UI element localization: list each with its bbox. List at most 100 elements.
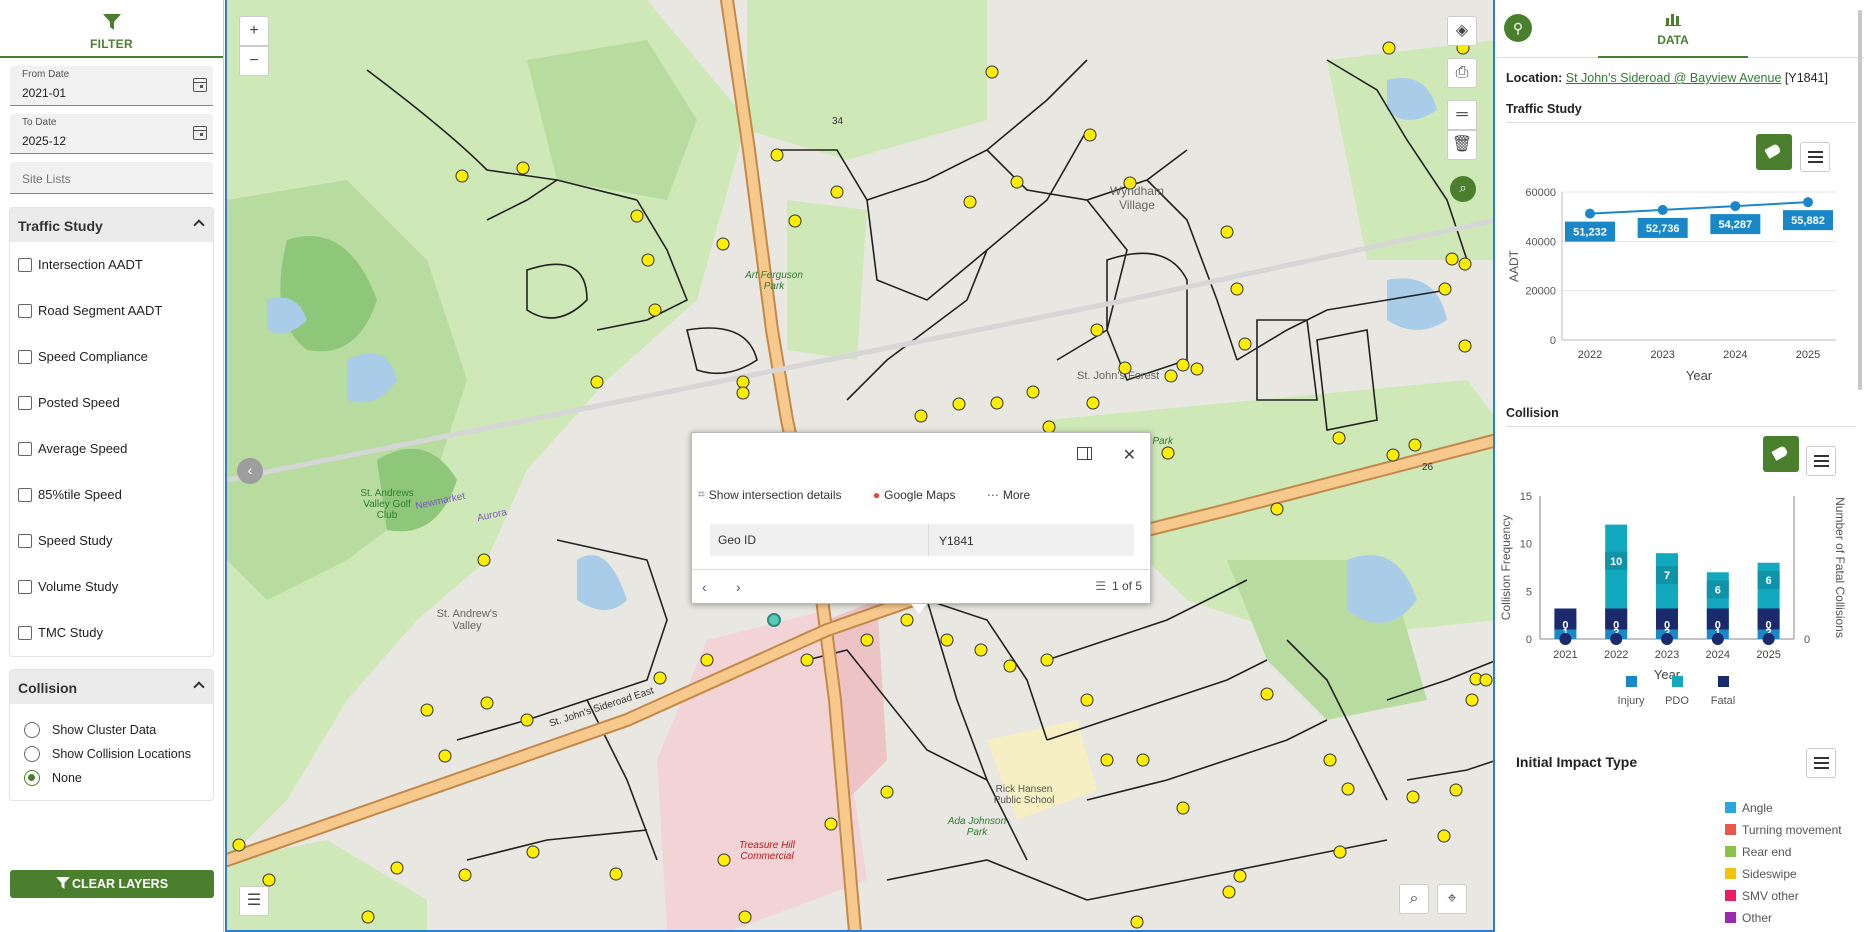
chart-menu-button[interactable] <box>1806 446 1836 476</box>
checkbox[interactable] <box>18 626 32 640</box>
legend-list-button[interactable]: ☰ <box>239 886 269 916</box>
calendar-icon[interactable] <box>193 78 207 92</box>
data-point <box>1730 201 1741 212</box>
bar-pdo <box>1605 524 1628 620</box>
x-tick-label: 2022 <box>1604 649 1628 661</box>
collision-header[interactable]: Collision <box>10 670 213 704</box>
checkbox[interactable] <box>18 304 32 318</box>
option-label: Show Cluster Data <box>52 723 157 737</box>
legend-swatch <box>1725 868 1736 879</box>
data-point <box>1657 204 1668 215</box>
radio-show-cluster-data[interactable]: Show Cluster Data <box>10 722 213 738</box>
radio[interactable] <box>24 746 40 762</box>
show-details-action[interactable]: ⌗ Show intersection details <box>698 487 856 502</box>
map-label-route-26: 26 <box>1422 462 1434 473</box>
pin-tab[interactable]: ⚲ <box>1504 14 1532 42</box>
checkbox[interactable] <box>18 258 32 272</box>
impact-legend-item[interactable]: SMV other <box>1725 889 1799 903</box>
tag-button[interactable] <box>1763 436 1799 472</box>
checkbox[interactable] <box>18 534 32 548</box>
checkbox-intersection-aadt[interactable]: Intersection AADT <box>10 242 213 288</box>
checkbox[interactable] <box>18 350 32 364</box>
chart-menu-button[interactable] <box>1800 142 1830 172</box>
filter-tab[interactable]: FILTER <box>0 0 223 58</box>
to-date-label: To Date <box>22 117 57 128</box>
measure-button[interactable]: ═ <box>1447 100 1477 130</box>
impact-legend-item[interactable]: Sideswipe <box>1725 867 1797 881</box>
pin-icon: ⚲ <box>1512 20 1524 36</box>
divider <box>1506 122 1856 123</box>
fatal-marker <box>1661 633 1673 645</box>
dock-popup-icon[interactable] <box>1077 447 1092 460</box>
print-button[interactable]: ⎙ <box>1447 58 1477 88</box>
collapse-left-button[interactable]: ‹ <box>237 458 263 484</box>
y-tick-label: 0 <box>1526 634 1532 646</box>
checkbox[interactable] <box>18 488 32 502</box>
checkbox-posted-speed[interactable]: Posted Speed <box>10 380 213 426</box>
radio[interactable] <box>24 722 40 738</box>
fatal-marker <box>1711 633 1724 645</box>
chart-menu-button[interactable] <box>1806 748 1836 778</box>
radio-show-collision-locations[interactable]: Show Collision Locations <box>10 746 213 762</box>
option-label: Show Collision Locations <box>52 747 191 761</box>
data-label-pdo: 10 <box>1610 556 1622 568</box>
radio-selected[interactable] <box>24 770 40 786</box>
checkbox-road-segment-aadt[interactable]: Road Segment AADT <box>10 288 213 334</box>
x-axis-title: Year <box>1686 368 1713 383</box>
prev-feature-button[interactable]: ‹ <box>702 579 707 595</box>
y-axis-title: Collision Frequency <box>1499 515 1513 620</box>
legend-swatch <box>1725 912 1736 923</box>
collision-section: Collision Show Cluster Data Show Collisi… <box>10 670 213 800</box>
scrollbar[interactable] <box>1858 10 1862 390</box>
checkbox-speed-study[interactable]: Speed Study <box>10 518 213 564</box>
locate-button[interactable]: ⌖ <box>1437 884 1467 914</box>
option-label: Posted Speed <box>38 395 120 410</box>
checkbox-speed-compliance[interactable]: Speed Compliance <box>10 334 213 380</box>
more-action[interactable]: ⋯ More <box>987 487 1044 502</box>
checkbox[interactable] <box>18 396 32 410</box>
next-feature-button[interactable]: › <box>736 579 741 595</box>
from-date-field[interactable]: From Date 2021-01 <box>10 66 213 106</box>
close-icon[interactable]: ✕ <box>1123 445 1136 465</box>
impact-legend-item[interactable]: Other <box>1725 911 1772 925</box>
delete-button[interactable]: 🗑 <box>1447 130 1477 160</box>
checkbox-tmc-study[interactable]: TMC Study <box>10 610 213 656</box>
series-line <box>1589 201 1809 215</box>
to-date-field[interactable]: To Date 2025-12 <box>10 114 213 154</box>
calendar-icon[interactable] <box>193 126 207 140</box>
feature-count[interactable]: ☰ 1 of 5 <box>1095 579 1142 593</box>
tag-button[interactable] <box>1756 134 1792 170</box>
checkbox[interactable] <box>18 580 32 594</box>
layers-button[interactable]: ◈ <box>1447 16 1477 46</box>
google-maps-action[interactable]: ● Google Maps <box>873 487 970 502</box>
option-label: Volume Study <box>38 579 119 594</box>
option-label: None <box>52 771 82 785</box>
zoom-in-button[interactable]: + <box>239 16 269 46</box>
y2-tick-label: 0 <box>1804 634 1810 646</box>
checkbox-85tile-speed[interactable]: 85%tile Speed <box>10 472 213 518</box>
zoom-out-button[interactable]: − <box>239 46 269 76</box>
clear-layers-button[interactable]: CLEAR LAYERS <box>10 870 214 898</box>
checkbox-average-speed[interactable]: Average Speed <box>10 426 213 472</box>
fatal-marker <box>1762 633 1775 645</box>
zoom-search-button[interactable]: ⌕ <box>1450 176 1476 202</box>
map-view[interactable]: Wyndham Village Art Ferguson Park St. An… <box>225 0 1495 932</box>
radio-none[interactable]: None <box>10 770 213 786</box>
map-label-art-ferguson: Art Ferguson Park <box>745 270 803 292</box>
search-map-button[interactable]: ⌕ <box>1399 884 1429 914</box>
checkbox[interactable] <box>18 442 32 456</box>
checkbox-volume-study[interactable]: Volume Study <box>10 564 213 610</box>
y-tick-label: 10 <box>1520 539 1532 551</box>
data-tab[interactable]: DATA <box>1598 0 1748 58</box>
impact-legend-item[interactable]: Turning movement <box>1725 823 1842 837</box>
search-icon: ⌕ <box>1409 890 1419 907</box>
y-tick-label: 20000 <box>1525 286 1556 298</box>
impact-legend-item[interactable]: Angle <box>1725 801 1773 815</box>
x-tick-label: 2024 <box>1723 349 1747 361</box>
search-zoom-icon: ⌕ <box>1459 180 1467 195</box>
traffic-study-header[interactable]: Traffic Study <box>10 208 213 242</box>
site-lists-field[interactable]: Site Lists <box>10 162 213 194</box>
location-link[interactable]: St John's Sideroad @ Bayview Avenue <box>1566 71 1782 85</box>
y-tick-label: 15 <box>1520 491 1532 503</box>
impact-legend-item[interactable]: Rear end <box>1725 845 1791 859</box>
